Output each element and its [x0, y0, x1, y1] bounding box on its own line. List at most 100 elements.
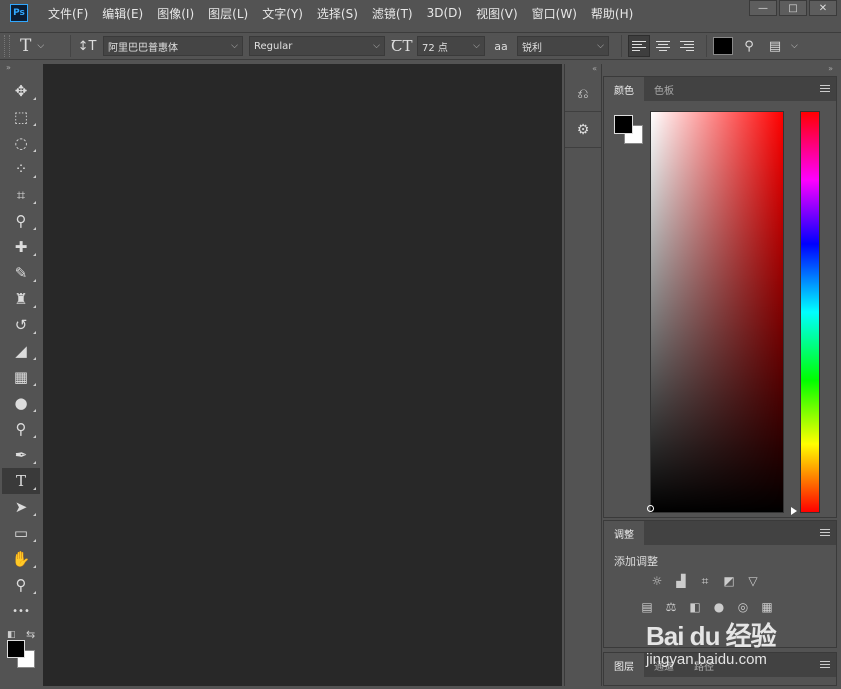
shape-icon: ▭	[13, 524, 29, 542]
eraser-tool[interactable]: ◢	[2, 338, 40, 364]
move-tool[interactable]: ✥	[2, 78, 40, 104]
history-icon[interactable]: ⎌	[565, 76, 601, 112]
curves-icon[interactable]: ⌗	[696, 573, 714, 589]
warp-text-icon[interactable]: ⚲	[739, 39, 759, 54]
menu-layer[interactable]: 图层(L)	[208, 5, 248, 22]
hue-slider[interactable]	[800, 111, 820, 513]
color-field-marker[interactable]	[647, 505, 654, 512]
brush-tool[interactable]: ✎	[2, 260, 40, 286]
tools-panel: ✥ ⬚ ◌ ⁘ ⌗ ⚲ ✚ ✎ ♜ ↺ ◢ ▦ ● ⚲ ✒ T ➤ ▭ ✋ ⚲ ••• ◧ ⇆	[2, 78, 40, 686]
dodge-tool[interactable]: ⚲	[2, 416, 40, 442]
character-panel-icon[interactable]: ▤	[765, 39, 785, 54]
menu-edit[interactable]: 编辑(E)	[102, 5, 143, 22]
eyedropper-tool[interactable]: ⚲	[2, 208, 40, 234]
layers-panel-tabs: 图层 通道 路径	[604, 653, 836, 677]
shape-tool[interactable]: ▭	[2, 520, 40, 546]
foreground-color-swatch[interactable]	[614, 115, 633, 134]
tool-group-indicator	[33, 97, 36, 100]
tab-layers[interactable]: 图层	[604, 653, 644, 677]
panel-menu-icon[interactable]	[820, 661, 830, 670]
menu-help[interactable]: 帮助(H)	[591, 5, 633, 22]
black-white-icon[interactable]: ◧	[686, 599, 704, 615]
menu-filter[interactable]: 滤镜(T)	[372, 5, 413, 22]
chevron-down-icon: ⌵	[373, 41, 380, 51]
zoom-tool[interactable]: ⚲	[2, 572, 40, 598]
tool-group-indicator	[33, 331, 36, 334]
menu-type[interactable]: 文字(Y)	[262, 5, 303, 22]
quick-select-tool[interactable]: ⁘	[2, 156, 40, 182]
menu-3d[interactable]: 3D(D)	[427, 6, 462, 20]
window-controls: — □ ✕	[747, 0, 837, 16]
healing-brush-tool[interactable]: ✚	[2, 234, 40, 260]
tool-preset-picker[interactable]: T ⌵	[20, 36, 64, 56]
add-adjustment-label: 添加调整	[614, 555, 658, 568]
vibrance-icon[interactable]: ▽	[744, 573, 762, 589]
antialias-select[interactable]: 锐利 ⌵	[517, 36, 609, 56]
tab-paths[interactable]: 路径	[684, 653, 724, 677]
brightness-icon[interactable]: ☼	[648, 573, 666, 589]
toolbar-foreground-color[interactable]	[7, 640, 25, 658]
tool-group-indicator	[33, 461, 36, 464]
path-select-tool[interactable]: ➤	[2, 494, 40, 520]
more-tools[interactable]: •••	[2, 598, 40, 624]
tab-adjustments[interactable]: 调整	[604, 521, 644, 545]
type-tool-icon: T	[20, 36, 32, 56]
type-tool[interactable]: T	[2, 468, 40, 494]
font-family-select[interactable]: 阿里巴巴普惠体 ⌵	[103, 36, 243, 56]
adjustments-panel: 调整 添加调整 ☼ ▟ ⌗ ◩ ▽ ▤ ⚖ ◧ ● ◎ ▦	[603, 520, 837, 648]
hand-tool[interactable]: ✋	[2, 546, 40, 572]
strip-collapse[interactable]: «	[565, 64, 601, 76]
exposure-icon[interactable]: ◩	[720, 573, 738, 589]
font-style-select[interactable]: Regular ⌵	[249, 36, 385, 56]
marquee-tool[interactable]: ⬚	[2, 104, 40, 130]
color-field[interactable]	[650, 111, 784, 513]
menu-window[interactable]: 窗口(W)	[532, 5, 577, 22]
align-left-button[interactable]	[628, 35, 650, 57]
align-right-icon	[680, 41, 694, 51]
tab-channels[interactable]: 通道	[644, 653, 684, 677]
color-lookup-icon[interactable]: ▦	[758, 599, 776, 615]
gradient-tool[interactable]: ▦	[2, 364, 40, 390]
panel-menu-icon[interactable]	[820, 85, 830, 94]
properties-icon[interactable]: ⚙	[565, 112, 601, 148]
options-bar-grip[interactable]	[4, 35, 10, 57]
hue-slider-marker[interactable]	[791, 507, 797, 515]
healing-brush-icon: ✚	[14, 238, 28, 256]
tool-group-indicator	[33, 513, 36, 516]
default-colors-icon[interactable]: ◧	[7, 630, 16, 640]
crop-tool[interactable]: ⌗	[2, 182, 40, 208]
align-center-button[interactable]	[652, 35, 674, 57]
tab-swatches[interactable]: 色板	[644, 77, 684, 101]
panel-menu-icon[interactable]	[820, 529, 830, 538]
levels-icon[interactable]: ▟	[672, 573, 690, 589]
document-canvas[interactable]	[43, 64, 562, 686]
close-button[interactable]: ✕	[809, 0, 837, 16]
toolbar-collapse[interactable]: »	[0, 63, 43, 75]
stamp-tool[interactable]: ♜	[2, 286, 40, 312]
blur-tool[interactable]: ●	[2, 390, 40, 416]
toggle-text-orientation-icon[interactable]: ↕T	[77, 39, 97, 54]
tool-group-indicator	[33, 305, 36, 308]
channel-mixer-icon[interactable]: ◎	[734, 599, 752, 615]
minimize-button[interactable]: —	[749, 0, 777, 16]
panels-collapse[interactable]: »	[603, 64, 837, 76]
pen-tool[interactable]: ✒	[2, 442, 40, 468]
menu-select[interactable]: 选择(S)	[317, 5, 358, 22]
lasso-tool[interactable]: ◌	[2, 130, 40, 156]
menu-view[interactable]: 视图(V)	[476, 5, 518, 22]
font-size-select[interactable]: 72 点 ⌵	[417, 36, 485, 56]
photo-filter-icon[interactable]: ●	[710, 599, 728, 615]
text-color-swatch[interactable]	[713, 37, 733, 55]
menu-file[interactable]: 文件(F)	[48, 5, 88, 22]
tool-group-indicator	[33, 357, 36, 360]
chevron-down-icon[interactable]: ⌵	[791, 41, 798, 51]
swap-colors-icon[interactable]: ⇆	[26, 628, 35, 641]
menu-image[interactable]: 图像(I)	[157, 5, 194, 22]
font-size-value: 72 点	[422, 42, 448, 54]
maximize-button[interactable]: □	[779, 0, 807, 16]
color-balance-icon[interactable]: ⚖	[662, 599, 680, 615]
history-brush-tool[interactable]: ↺	[2, 312, 40, 338]
hue-saturation-icon[interactable]: ▤	[638, 599, 656, 615]
align-right-button[interactable]	[676, 35, 698, 57]
tab-color[interactable]: 颜色	[604, 77, 644, 101]
